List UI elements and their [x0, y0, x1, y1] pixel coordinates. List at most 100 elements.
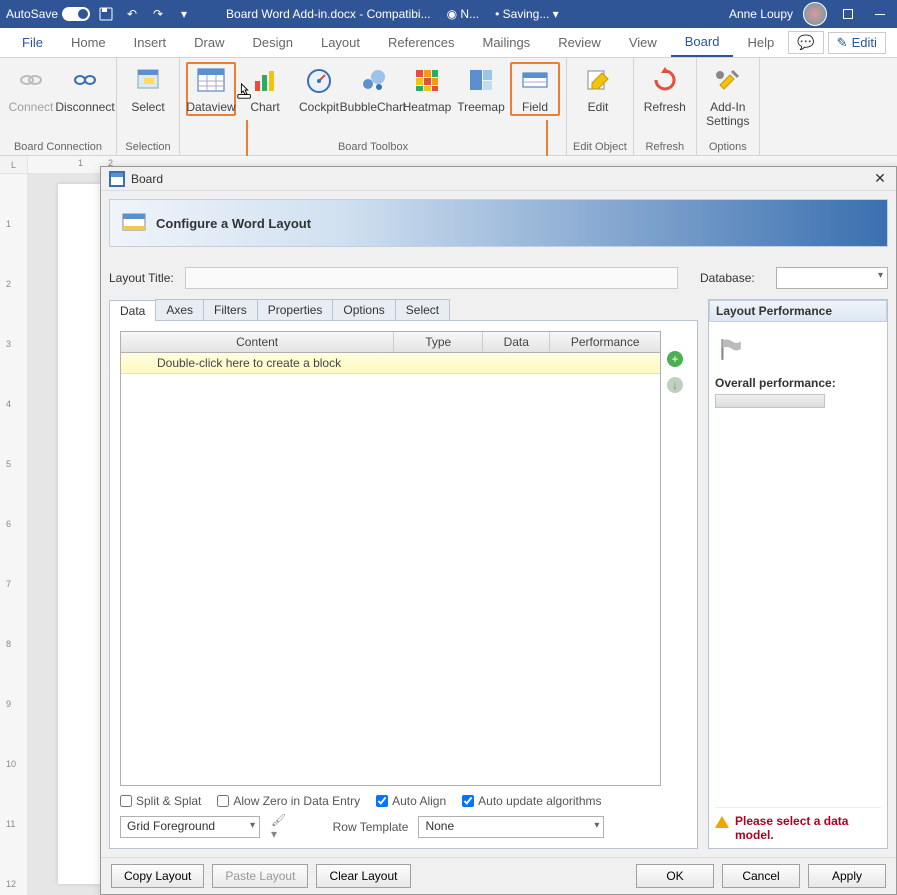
dataview-label: Dataview [186, 100, 235, 114]
minimize-button[interactable] [869, 7, 891, 21]
addin-settings-button[interactable]: Add-In Settings [703, 62, 753, 128]
select-button[interactable]: Select [123, 62, 173, 114]
apply-button[interactable]: Apply [808, 864, 886, 888]
edit-button[interactable]: Edit [573, 62, 623, 114]
row-template-select[interactable]: None [418, 816, 604, 838]
tab-properties[interactable]: Properties [257, 299, 334, 320]
paste-layout-button[interactable]: Paste Layout [212, 864, 308, 888]
addin-settings-label: Add-In Settings [703, 100, 753, 128]
ribbon-display-icon[interactable] [837, 7, 859, 21]
shield-icon: ◉ N... [447, 7, 479, 21]
user-name[interactable]: Anne Loupy [729, 7, 793, 21]
dataview-button[interactable]: Dataview [186, 62, 236, 116]
group-label: Refresh [640, 139, 690, 155]
refresh-button[interactable]: Refresh [640, 62, 690, 114]
bubblechart-button[interactable]: BubbleChart [348, 62, 398, 114]
database-select[interactable] [776, 267, 888, 289]
disconnect-button[interactable]: Disconnect [60, 62, 110, 114]
ribbon-group-options: Add-In SettingsOptions [697, 58, 760, 155]
group-label: Edit Object [573, 139, 627, 155]
tab-design[interactable]: Design [239, 29, 307, 56]
disconnect-label: Disconnect [55, 100, 114, 114]
tab-references[interactable]: References [374, 29, 468, 56]
comments-button[interactable]: 💬 [788, 31, 823, 54]
tab-axes[interactable]: Axes [155, 299, 204, 320]
move-down-button[interactable]: ↓ [667, 377, 683, 393]
copy-layout-button[interactable]: Copy Layout [111, 864, 204, 888]
select-label: Select [131, 100, 164, 114]
ribbon-tabs: File Home Insert Draw Design Layout Refe… [0, 28, 897, 58]
tab-home[interactable]: Home [57, 29, 120, 56]
pencil-icon: ✎ [837, 35, 848, 51]
grid-hint-row[interactable]: Double-click here to create a block [121, 353, 660, 374]
overall-label: Overall performance: [715, 376, 881, 390]
dataview-icon [195, 64, 227, 96]
treemap-button[interactable]: Treemap [456, 62, 506, 114]
edit-icon [582, 64, 614, 96]
tab-board[interactable]: Board [671, 28, 734, 57]
tab-review[interactable]: Review [544, 29, 615, 56]
chk-split[interactable]: Split & Splat [120, 794, 201, 808]
brush-tool[interactable]: 🖌▾ [270, 816, 292, 838]
col-type[interactable]: Type [394, 332, 483, 352]
autosave-toggle[interactable]: AutoSave [6, 7, 90, 21]
cockpit-icon [303, 64, 335, 96]
chk-auto-update[interactable]: Auto update algorithms [462, 794, 601, 808]
col-perf[interactable]: Performance [550, 332, 660, 352]
layout-icon [122, 211, 146, 235]
tab-mailings[interactable]: Mailings [469, 29, 545, 56]
cancel-button[interactable]: Cancel [722, 864, 800, 888]
ribbon-group-selection: Select Selection [117, 58, 180, 155]
data-grid[interactable]: Content Type Data Performance Double-cli… [120, 331, 661, 786]
redo-icon[interactable]: ↷ [150, 6, 166, 22]
tab-options[interactable]: Options [332, 299, 395, 320]
tab-layout[interactable]: Layout [307, 29, 374, 56]
addin-settings-icon [712, 64, 744, 96]
cockpit-button[interactable]: Cockpit [294, 62, 344, 114]
tab-help[interactable]: Help [733, 29, 788, 56]
connect-button[interactable]: Connect [6, 62, 56, 114]
avatar[interactable] [803, 2, 827, 26]
dialog-banner: Configure a Word Layout [109, 199, 888, 247]
grid-foreground-select[interactable]: Grid Foreground [120, 816, 260, 838]
group-label: Selection [123, 139, 173, 155]
field-button[interactable]: Field [510, 62, 560, 116]
tab-draw[interactable]: Draw [180, 29, 238, 56]
tab-select[interactable]: Select [395, 299, 450, 320]
undo-icon[interactable]: ↶ [124, 6, 140, 22]
chk-auto-align[interactable]: Auto Align [376, 794, 446, 808]
refresh-label: Refresh [644, 100, 686, 114]
flag-icon [717, 336, 743, 362]
chk-allow-zero[interactable]: Alow Zero in Data Entry [217, 794, 360, 808]
editing-button[interactable]: ✎Editi [828, 32, 886, 54]
tab-view[interactable]: View [615, 29, 671, 56]
ribbon-group-edit-object: Edit Edit Object [567, 58, 634, 155]
tab-filters[interactable]: Filters [203, 299, 258, 320]
add-block-button[interactable]: + [667, 351, 683, 367]
layout-title-input[interactable] [185, 267, 678, 289]
heatmap-icon [411, 64, 443, 96]
clear-layout-button[interactable]: Clear Layout [316, 864, 410, 888]
chart-button[interactable]: Chart [240, 62, 290, 114]
close-button[interactable]: ✕ [872, 171, 888, 187]
app-icon [109, 171, 125, 187]
performance-bar [715, 394, 825, 408]
col-data[interactable]: Data [483, 332, 550, 352]
database-label: Database: [700, 271, 768, 285]
qat-dropdown-icon[interactable]: ▾ [176, 6, 192, 22]
chart-label: Chart [250, 100, 279, 114]
tab-data[interactable]: Data [109, 300, 156, 321]
save-icon[interactable] [98, 6, 114, 22]
col-content[interactable]: Content [121, 332, 394, 352]
heatmap-button[interactable]: Heatmap [402, 62, 452, 114]
dialog-titlebar[interactable]: Board ✕ [101, 167, 896, 191]
warning-icon [715, 816, 729, 828]
tab-file[interactable]: File [8, 29, 57, 56]
edit-label: Edit [588, 100, 609, 114]
tab-insert[interactable]: Insert [120, 29, 181, 56]
bubblechart-icon [357, 64, 389, 96]
ok-button[interactable]: OK [636, 864, 714, 888]
dialog-title: Board [131, 172, 163, 186]
bubblechart-label: BubbleChart [340, 100, 407, 114]
row-template-label: Row Template [333, 820, 409, 834]
